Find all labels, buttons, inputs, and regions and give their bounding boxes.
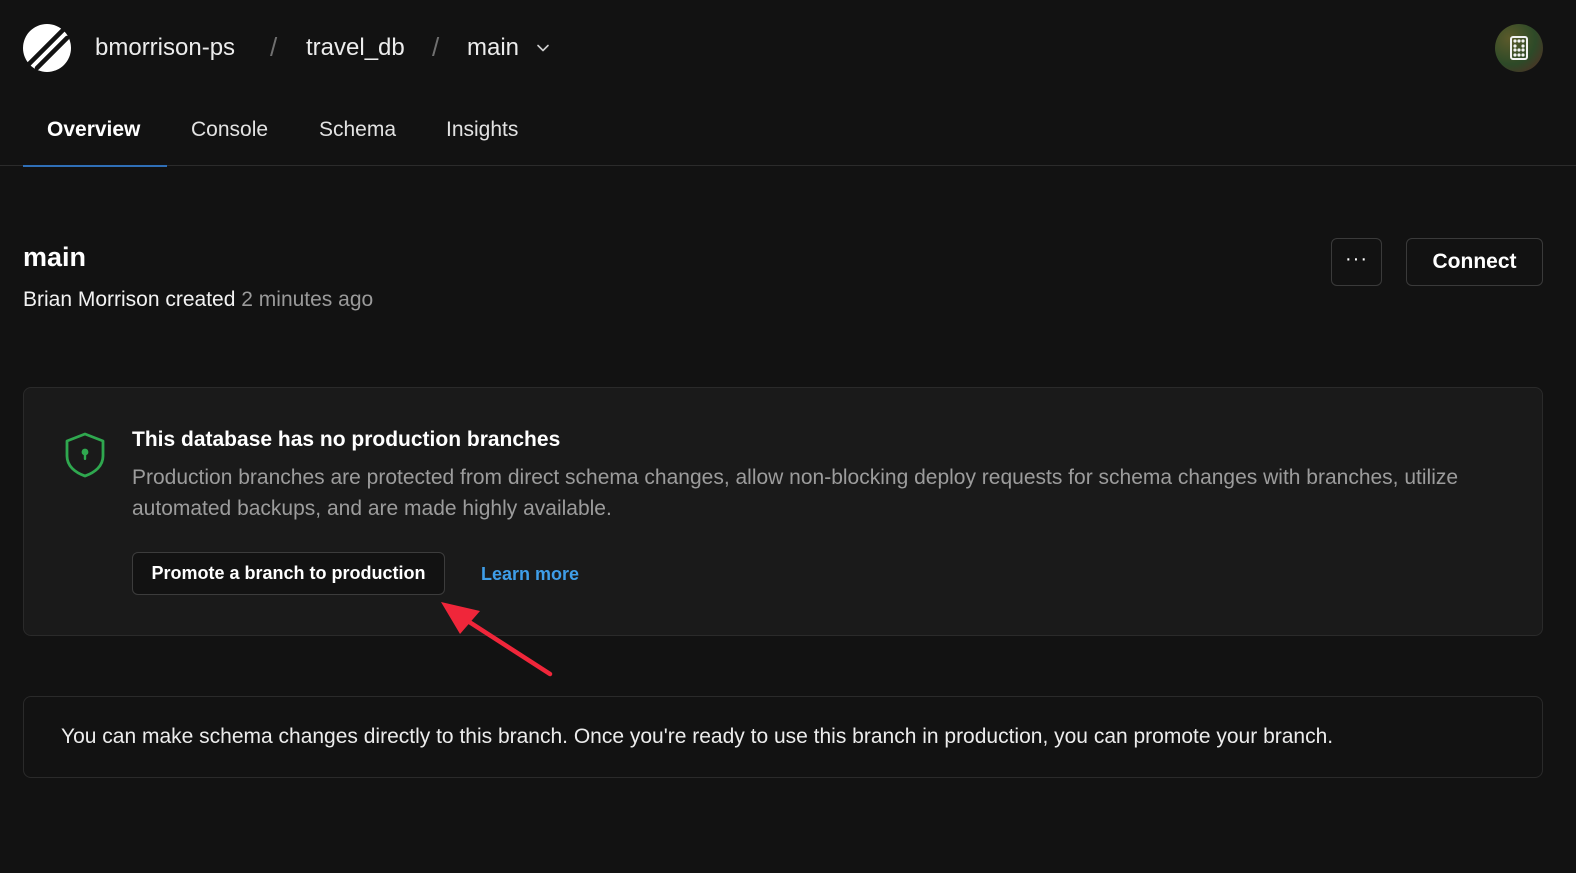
breadcrumb-org[interactable]: bmorrison-ps xyxy=(95,33,235,63)
branch-meta: Brian Morrison created 2 minutes ago xyxy=(23,286,373,314)
chevron-down-icon xyxy=(537,44,549,52)
no-production-branches-notice: This database has no production branches… xyxy=(23,387,1543,636)
branch-author: Brian Morrison created xyxy=(23,288,236,311)
notice-title: This database has no production branches xyxy=(132,428,561,451)
promote-branch-button[interactable]: Promote a branch to production xyxy=(132,552,445,595)
connect-button[interactable]: Connect xyxy=(1406,238,1543,286)
planetscale-logo-icon[interactable] xyxy=(23,24,71,72)
notice-body: Production branches are protected from d… xyxy=(132,466,1459,520)
branch-switcher[interactable]: main xyxy=(467,33,550,63)
user-avatar-icon[interactable] xyxy=(1495,24,1543,72)
breadcrumb-separator: / xyxy=(432,32,440,62)
info-text: You can make schema changes directly to … xyxy=(61,725,1334,748)
tab-schema[interactable]: Schema xyxy=(319,96,396,166)
active-tab-indicator xyxy=(23,165,167,167)
avatar-pattern xyxy=(1510,36,1528,60)
branch-age: 2 minutes ago xyxy=(241,288,374,311)
annotation-arrow-icon xyxy=(441,602,553,677)
tab-console[interactable]: Console xyxy=(191,96,268,166)
tab-overview[interactable]: Overview xyxy=(47,96,140,166)
tab-insights[interactable]: Insights xyxy=(446,96,518,166)
schema-changes-info: You can make schema changes directly to … xyxy=(23,696,1543,778)
learn-more-link[interactable]: Learn more xyxy=(481,562,579,586)
breadcrumb-database[interactable]: travel_db xyxy=(306,33,405,63)
ellipsis-icon: ··· xyxy=(1345,248,1368,270)
page-title: main xyxy=(23,242,87,272)
shield-keyhole-icon xyxy=(65,432,105,478)
more-options-button[interactable]: ··· xyxy=(1331,238,1382,286)
breadcrumb-branch: main xyxy=(467,34,520,61)
tab-bar: Overview Console Schema Insights xyxy=(0,96,1576,166)
breadcrumb-separator: / xyxy=(270,32,278,62)
top-bar: bmorrison-ps / travel_db / main xyxy=(0,0,1576,96)
